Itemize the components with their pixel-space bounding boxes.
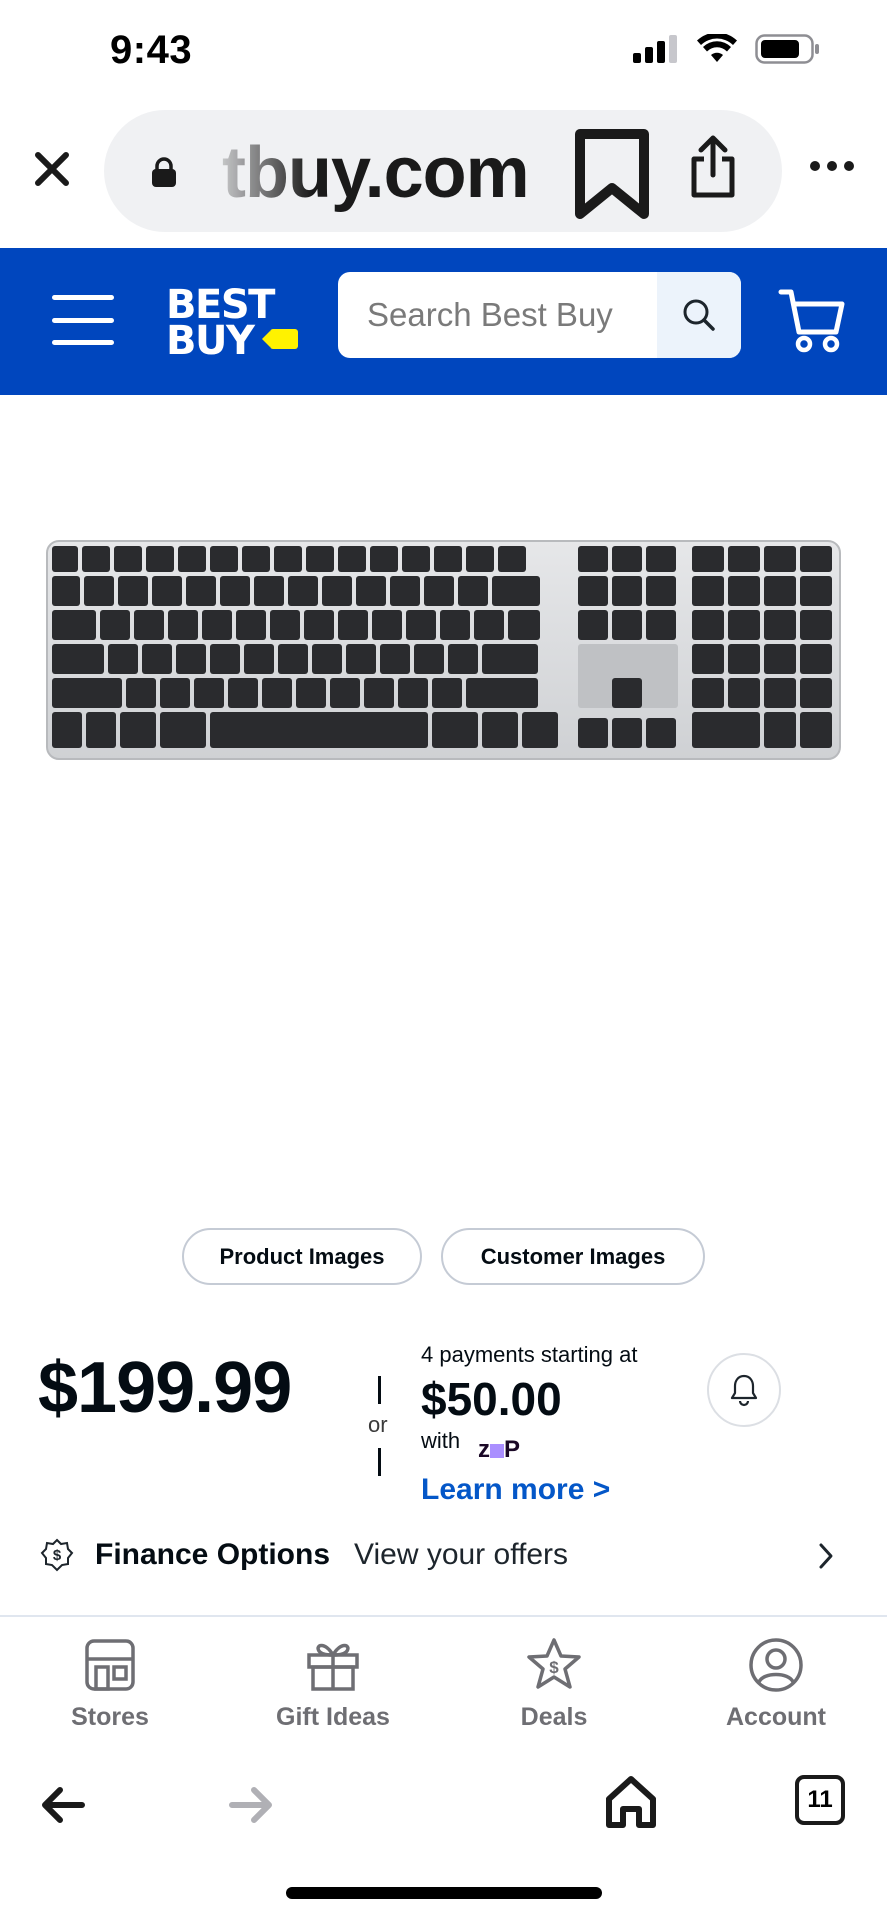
nav-gift-ideas-label: Gift Ideas <box>276 1703 390 1731</box>
url-bar[interactable]: tbuy.com <box>104 110 782 232</box>
deals-icon: $ <box>527 1638 581 1689</box>
back-arrow-icon[interactable] <box>40 1785 86 1825</box>
status-icons <box>633 34 821 64</box>
nav-account[interactable]: Account <box>696 1637 856 1737</box>
zip-logo: zP <box>478 1436 521 1463</box>
menu-icon[interactable] <box>52 295 114 345</box>
forward-arrow-icon[interactable] <box>228 1785 274 1825</box>
more-icon[interactable] <box>810 161 854 171</box>
share-icon[interactable] <box>688 135 738 199</box>
nav-account-label: Account <box>726 1703 826 1731</box>
installment-text: 4 payments starting at <box>421 1342 638 1367</box>
close-icon[interactable] <box>28 145 76 193</box>
nav-deals-label: Deals <box>520 1703 588 1731</box>
search-box <box>338 272 741 358</box>
logo-tag-icon <box>262 329 298 349</box>
finance-options-row[interactable]: $ Finance Options View your offers <box>0 1528 887 1586</box>
site-header: BEST BUY <box>0 248 887 395</box>
installment-with: with <box>421 1428 461 1453</box>
nav-stores[interactable]: Stores <box>30 1637 190 1737</box>
store-icon <box>85 1639 135 1691</box>
chevron-right-icon <box>819 1543 833 1569</box>
installment-amount: $50.00 <box>421 1373 562 1425</box>
tabs-button[interactable]: 11 <box>795 1775 845 1825</box>
search-input[interactable] <box>338 272 656 358</box>
status-bar: 9:43 <box>0 0 887 105</box>
nav-stores-label: Stores <box>71 1703 149 1731</box>
search-button[interactable] <box>657 272 741 358</box>
nav-gift-ideas[interactable]: Gift Ideas <box>253 1637 413 1737</box>
nav-deals[interactable]: $ Deals <box>474 1637 634 1737</box>
product-price: $199.99 <box>38 1348 292 1428</box>
site-bottom-nav: Stores Gift Ideas $ Deals Account <box>0 1615 887 1745</box>
svg-text:$: $ <box>549 1658 559 1677</box>
keyboard-image[interactable] <box>46 540 841 760</box>
svg-text:$: $ <box>53 1547 62 1564</box>
bell-icon <box>730 1374 758 1407</box>
home-icon[interactable] <box>603 1773 659 1829</box>
finance-subtitle: View your offers <box>354 1538 568 1571</box>
best-buy-logo[interactable]: BEST BUY <box>166 284 300 364</box>
finance-title: Finance Options <box>95 1538 331 1571</box>
status-time: 9:43 <box>110 28 193 72</box>
gift-icon <box>307 1643 359 1691</box>
bookmark-icon[interactable] <box>572 128 652 220</box>
browser-address-row: tbuy.com <box>0 105 887 245</box>
account-icon <box>749 1638 803 1692</box>
price-alert-button[interactable] <box>707 1353 781 1427</box>
signal-icon <box>633 35 677 63</box>
wifi-icon <box>697 34 737 62</box>
cart-icon[interactable] <box>778 286 846 354</box>
search-icon <box>683 299 715 331</box>
learn-more-link[interactable]: Learn more > <box>421 1473 610 1507</box>
finance-icon: $ <box>40 1538 74 1572</box>
or-divider: or <box>366 1376 392 1476</box>
product-images-button[interactable]: Product Images <box>182 1228 422 1285</box>
home-indicator <box>286 1887 602 1899</box>
customer-images-button[interactable]: Customer Images <box>441 1228 705 1285</box>
battery-icon <box>755 34 819 64</box>
lock-icon <box>152 157 176 187</box>
url-text: tbuy.com <box>222 133 530 213</box>
